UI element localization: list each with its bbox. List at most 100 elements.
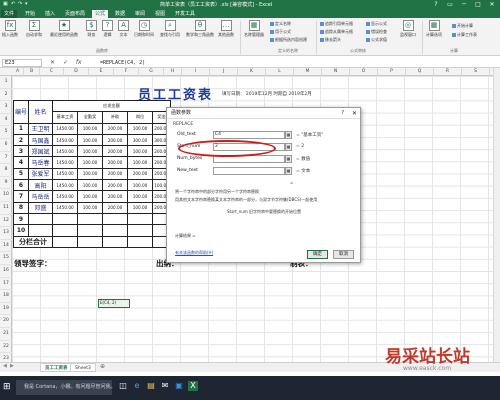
insert-function-button[interactable]: fx 插入函数 <box>2 20 18 38</box>
excel-icon[interactable]: X <box>188 381 198 391</box>
row-header[interactable]: 2 <box>0 89 12 102</box>
column-header[interactable]: B <box>24 68 40 76</box>
more-functions-button[interactable]: … 其他函数 <box>218 20 234 38</box>
collapse-dialog-icon[interactable]: ▦ <box>285 155 292 163</box>
column-header[interactable]: G <box>139 68 164 76</box>
column-header[interactable]: H <box>164 68 182 76</box>
row-header[interactable]: 19 <box>0 303 12 316</box>
tab-review[interactable]: 审阅 <box>132 10 148 18</box>
insert-function-icon[interactable]: fx <box>76 59 82 66</box>
collapse-dialog-icon[interactable]: ▦ <box>285 167 292 175</box>
maximize-button[interactable]: □ <box>472 0 484 9</box>
new-text-input[interactable] <box>213 167 285 175</box>
mail-icon[interactable]: ✉ <box>160 381 170 391</box>
help-link[interactable]: 有关该函数的帮助(H) <box>175 250 355 256</box>
enter-icon[interactable]: ✓ <box>63 59 68 66</box>
row-header[interactable]: 11 <box>0 202 12 215</box>
dialog-help-icon[interactable]: ? <box>341 108 344 119</box>
formula-input[interactable]: =REPLACE(C4, 2) <box>98 59 496 67</box>
date-time-button[interactable]: ◷ 日期和时间 <box>134 20 154 38</box>
recent-functions-button[interactable]: ★ 最近使用的函数 <box>50 20 78 38</box>
windows-start-icon[interactable]: ⊞ <box>3 382 13 392</box>
row-header[interactable]: 22 <box>0 341 12 354</box>
define-name-button[interactable]: 定义名称 <box>270 21 291 27</box>
dialog-close-icon[interactable]: ✕ <box>352 108 357 119</box>
help-icon[interactable]: ? <box>430 0 442 9</box>
ok-button[interactable]: 确定 <box>307 250 328 259</box>
close-window-button[interactable]: ✕ <box>486 0 498 9</box>
trace-precedents-button[interactable]: 追踪引用单元格 <box>320 21 353 27</box>
ribbon-display-icon[interactable]: ▭ <box>444 0 456 9</box>
store-icon[interactable]: ▣ <box>174 381 184 391</box>
row-header[interactable]: 16 <box>0 265 12 278</box>
row-header[interactable]: 17 <box>0 278 12 291</box>
vertical-scrollbar[interactable] <box>493 68 500 362</box>
column-header[interactable]: M <box>294 68 322 76</box>
calculate-now-button[interactable]: 开始计算 <box>452 23 473 29</box>
table-row[interactable]: 4 马岳春 1450.00 100.00 200.00 100.00 200.00 <box>12 156 172 169</box>
tab-page-layout[interactable]: 页面布局 <box>62 10 88 18</box>
row-header[interactable]: 20 <box>0 315 12 328</box>
error-checking-button[interactable]: 错误检查 <box>366 29 387 35</box>
calculate-sheet-button[interactable]: 计算工作表 <box>452 32 477 38</box>
math-trig-button[interactable]: θ 数学和三角函数 <box>186 20 214 38</box>
table-row[interactable]: 7 马岳岳 1450.00 100.00 200.00 100.00 200.00 <box>12 190 172 203</box>
sheet-tab-payroll[interactable]: 员工工资表 <box>40 363 73 372</box>
add-sheet-icon[interactable]: ⊕ <box>100 363 105 370</box>
tab-home[interactable]: 开始 <box>22 10 38 18</box>
tab-developer[interactable]: 开发工具 <box>172 10 198 18</box>
column-header[interactable]: P <box>378 68 406 76</box>
table-row[interactable]: 9 <box>12 212 172 226</box>
customize-quick-access-icon[interactable]: ▾ <box>25 1 28 7</box>
row-header[interactable]: 4 <box>0 114 12 127</box>
trace-dependents-button[interactable]: 追踪从属单元格 <box>320 29 353 35</box>
redo-icon[interactable]: ↷ <box>18 1 22 7</box>
calculation-options-button[interactable]: ▦ 计算选项 <box>426 20 442 38</box>
text-button[interactable]: A 文本 <box>118 20 129 38</box>
column-header[interactable]: C <box>40 68 64 76</box>
column-header[interactable]: O <box>350 68 378 76</box>
column-header[interactable]: J <box>210 68 238 76</box>
tab-data[interactable]: 数据 <box>112 10 128 18</box>
row-header[interactable]: 12 <box>0 215 12 228</box>
logical-button[interactable]: ? 逻辑 <box>102 20 113 38</box>
row-header[interactable]: 23 <box>0 353 12 362</box>
financial-button[interactable]: $ 财务 <box>86 20 97 38</box>
tab-formulas[interactable]: 公式 <box>92 10 109 18</box>
file-explorer-icon[interactable]: ▤ <box>146 381 156 391</box>
row-header[interactable]: 14 <box>0 240 12 253</box>
row-header[interactable]: 10 <box>0 189 12 202</box>
name-box[interactable]: E23 <box>2 59 42 67</box>
table-row[interactable]: 3 郑国斌 1450.00 100.00 200.00 100.00 200.00 <box>12 145 172 158</box>
collapse-dialog-icon[interactable]: ▦ <box>285 143 292 151</box>
create-from-selection-button[interactable]: 根据所选内容创建 <box>270 37 307 43</box>
row-header[interactable]: 6 <box>0 139 12 152</box>
tab-scroll-left-icon[interactable]: ◀ <box>3 363 7 369</box>
cancel-button[interactable]: 取消 <box>333 250 354 259</box>
total-row[interactable]: 分栏合计 <box>12 235 172 248</box>
table-row[interactable]: 8 邓盛 1450.00 100.00 200.00 100.00 200.00 <box>12 201 172 214</box>
row-header[interactable]: 7 <box>0 152 12 165</box>
tab-scroll-right-icon[interactable]: ▶ <box>10 363 14 369</box>
autosum-button[interactable]: Σ 自动求和 <box>26 20 42 38</box>
active-cell[interactable]: E(C4, 2) <box>98 299 130 308</box>
collapse-dialog-icon[interactable]: ▦ <box>285 131 292 139</box>
tab-insert[interactable]: 插入 <box>42 10 58 18</box>
edge-icon[interactable]: e <box>132 381 142 391</box>
column-header[interactable]: N <box>322 68 350 76</box>
column-header[interactable]: R <box>434 68 462 76</box>
minimize-button[interactable]: ─ <box>458 0 470 9</box>
row-header[interactable]: 18 <box>0 290 12 303</box>
row-header[interactable]: 21 <box>0 328 12 341</box>
remove-arrows-button[interactable]: 移去箭头 <box>320 37 341 43</box>
old-text-input[interactable]: C4 <box>213 131 285 139</box>
row-header[interactable]: 15 <box>0 252 12 265</box>
table-row[interactable]: 10 <box>12 224 172 237</box>
row-header[interactable]: 1 <box>0 76 12 89</box>
column-header[interactable]: A <box>12 68 24 76</box>
table-row[interactable]: 1 王卫明 1450.00 100.00 200.00 100.00 200.00 <box>12 122 172 135</box>
cortana-search-box[interactable]: 我是 Cortana，小娜。有问题尽管问我。 <box>16 380 115 395</box>
show-formulas-button[interactable]: 显示公式 <box>366 21 387 27</box>
sheet-tab-sheet3[interactable]: Sheet3 <box>70 363 96 372</box>
row-header[interactable]: 8 <box>0 164 12 177</box>
